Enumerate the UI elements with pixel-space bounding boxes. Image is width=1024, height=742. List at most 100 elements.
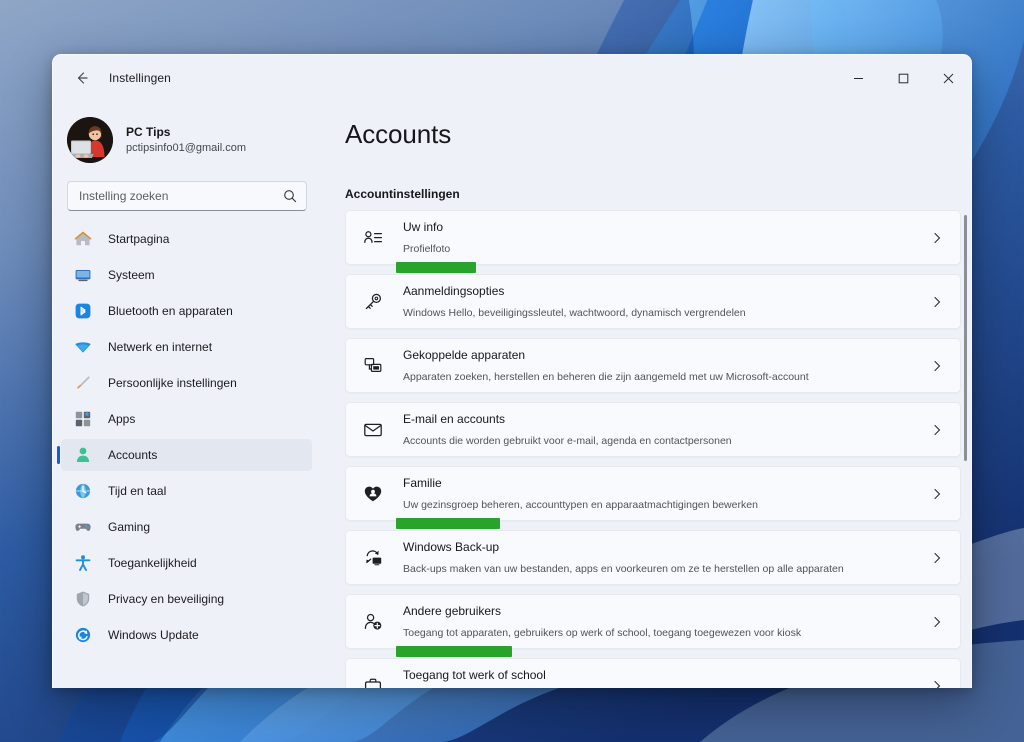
sidebar-item-label: Bluetooth en apparaten (108, 304, 233, 318)
section-header: Accountinstellingen (345, 187, 460, 201)
window-body: PC Tips pctipsinfo01@gmail.com Instellin… (53, 101, 971, 688)
card-subtitle: Profielfoto (403, 242, 451, 255)
window-controls (836, 55, 971, 101)
card-title: Familie (403, 475, 442, 490)
bluetooth-icon (73, 301, 93, 321)
account-name: PC Tips (126, 124, 171, 139)
linked-devices-icon (360, 356, 386, 376)
account-summary[interactable]: PC Tips pctipsinfo01@gmail.com (53, 101, 312, 173)
account-text: PC Tips pctipsinfo01@gmail.com (126, 125, 246, 156)
sidebar-item-tijd-en-taal[interactable]: Tijd en taal (61, 475, 312, 507)
chevron-right-icon[interactable] (930, 615, 944, 629)
card-text: Familie Uw gezinsgroep beheren, accountt… (403, 473, 930, 515)
desktop-background: Instellingen PC Tips pctipsinfo01@gmail.… (0, 0, 1024, 742)
maximize-icon (898, 73, 909, 83)
update-refresh-icon (73, 625, 93, 645)
shield-icon (73, 589, 93, 609)
user-avatar-illustration (67, 117, 113, 163)
key-icon (360, 292, 386, 312)
person-icon (73, 445, 93, 465)
chevron-right-icon[interactable] (930, 231, 944, 245)
annotation-highlight-bar (396, 646, 512, 657)
settings-card-toegang-tot-werk-of-school[interactable]: Toegang tot werk of school Organisatiebr… (345, 658, 961, 688)
maximize-button[interactable] (881, 55, 926, 101)
backup-icon (360, 548, 386, 568)
card-text: Windows Back-up Back-ups maken van uw be… (403, 537, 930, 579)
clock-globe-icon (73, 481, 93, 501)
settings-card-aanmeldingsopties[interactable]: Aanmeldingsopties Windows Hello, beveili… (345, 274, 961, 329)
paintbrush-icon (73, 373, 93, 393)
card-text: Aanmeldingsopties Windows Hello, beveili… (403, 281, 930, 323)
minimize-button[interactable] (836, 55, 881, 101)
minimize-icon (854, 77, 863, 79)
sidebar-item-windows-update[interactable]: Windows Update (61, 619, 312, 651)
card-title: Windows Back-up (403, 539, 500, 554)
sidebar-nav: Startpagina Systeem Bluetooth en apparat… (53, 223, 312, 655)
card-text: Uw info Profielfoto (403, 217, 930, 259)
chevron-right-icon[interactable] (930, 295, 944, 309)
sidebar: PC Tips pctipsinfo01@gmail.com Instellin… (53, 101, 321, 688)
sidebar-item-apps[interactable]: Apps (61, 403, 312, 435)
close-button[interactable] (926, 55, 971, 101)
sidebar-item-persoonlijke-instellingen[interactable]: Persoonlijke instellingen (61, 367, 312, 399)
main-content: Accounts Accountinstellingen Uw info Pro… (321, 101, 971, 688)
sidebar-item-gaming[interactable]: Gaming (61, 511, 312, 543)
home-icon (73, 229, 93, 249)
settings-card-e-mail-en-accounts[interactable]: E-mail en accounts Accounts die worden g… (345, 402, 961, 457)
settings-card-gekoppelde-apparaten[interactable]: Gekoppelde apparaten Apparaten zoeken, h… (345, 338, 961, 393)
scrollbar-track[interactable] (964, 165, 967, 685)
envelope-icon (360, 420, 386, 440)
search-input[interactable] (79, 189, 283, 203)
sidebar-item-privacy-en-beveiliging[interactable]: Privacy en beveiliging (61, 583, 312, 615)
sidebar-item-label: Apps (108, 412, 136, 426)
apps-icon (73, 409, 93, 429)
chevron-right-icon[interactable] (930, 551, 944, 565)
sidebar-item-label: Tijd en taal (108, 484, 167, 498)
settings-card-windows-back-up[interactable]: Windows Back-up Back-ups maken van uw be… (345, 530, 961, 585)
chevron-right-icon[interactable] (930, 423, 944, 437)
card-title: E-mail en accounts (403, 411, 506, 426)
window-titlebar: Instellingen (53, 55, 971, 101)
close-icon (943, 73, 954, 83)
chevron-right-icon[interactable] (930, 359, 944, 373)
sidebar-item-label: Systeem (108, 268, 155, 282)
card-subtitle: Toegang tot apparaten, gebruikers op wer… (403, 626, 802, 639)
settings-card-andere-gebruikers[interactable]: Andere gebruikers Toegang tot apparaten,… (345, 594, 961, 657)
chevron-right-icon[interactable] (930, 679, 944, 688)
sidebar-item-systeem[interactable]: Systeem (61, 259, 312, 291)
settings-card-uw-info[interactable]: Uw info Profielfoto (345, 210, 961, 273)
search-icon[interactable] (283, 189, 297, 203)
back-arrow-icon (77, 72, 88, 84)
chevron-right-icon[interactable] (930, 487, 944, 501)
sidebar-item-label: Startpagina (108, 232, 170, 246)
settings-card-familie[interactable]: Familie Uw gezinsgroep beheren, accountt… (345, 466, 961, 529)
sidebar-item-accounts[interactable]: Accounts (57, 439, 312, 471)
card-subtitle: Windows Hello, beveiligingssleutel, wach… (403, 306, 746, 319)
search-wrapper (53, 173, 312, 211)
sidebar-item-netwerk-en-internet[interactable]: Netwerk en internet (61, 331, 312, 363)
card-title: Gekoppelde apparaten (403, 347, 526, 362)
sidebar-item-label: Gaming (108, 520, 151, 534)
card-subtitle: Back-ups maken van uw bestanden, apps en… (403, 562, 844, 575)
sidebar-item-label: Toegankelijkheid (108, 556, 197, 570)
search-box[interactable] (67, 181, 307, 211)
card-text: E-mail en accounts Accounts die worden g… (403, 409, 930, 451)
card-title: Uw info (403, 219, 444, 234)
page-title: Accounts (345, 119, 452, 149)
sidebar-item-label: Accounts (108, 448, 158, 462)
card-title: Toegang tot werk of school (403, 667, 546, 682)
sidebar-item-label: Windows Update (108, 628, 199, 642)
sidebar-item-startpagina[interactable]: Startpagina (61, 223, 312, 255)
card-subtitle: Accounts die worden gebruikt voor e-mail… (403, 434, 732, 447)
card-subtitle: Uw gezinsgroep beheren, accounttypen en … (403, 498, 758, 511)
scrollbar-thumb[interactable] (964, 215, 967, 461)
window-title: Instellingen (109, 71, 171, 85)
sidebar-item-toegankelijkheid[interactable]: Toegankelijkheid (61, 547, 312, 579)
card-title: Andere gebruikers (403, 603, 502, 618)
settings-window: Instellingen PC Tips pctipsinfo01@gmail.… (52, 54, 972, 688)
back-button[interactable] (67, 63, 97, 93)
annotation-highlight-bar (396, 262, 476, 273)
sidebar-item-bluetooth-en-apparaten[interactable]: Bluetooth en apparaten (61, 295, 312, 327)
wifi-icon (73, 337, 93, 357)
card-text: Toegang tot werk of school Organisatiebr… (403, 665, 930, 688)
